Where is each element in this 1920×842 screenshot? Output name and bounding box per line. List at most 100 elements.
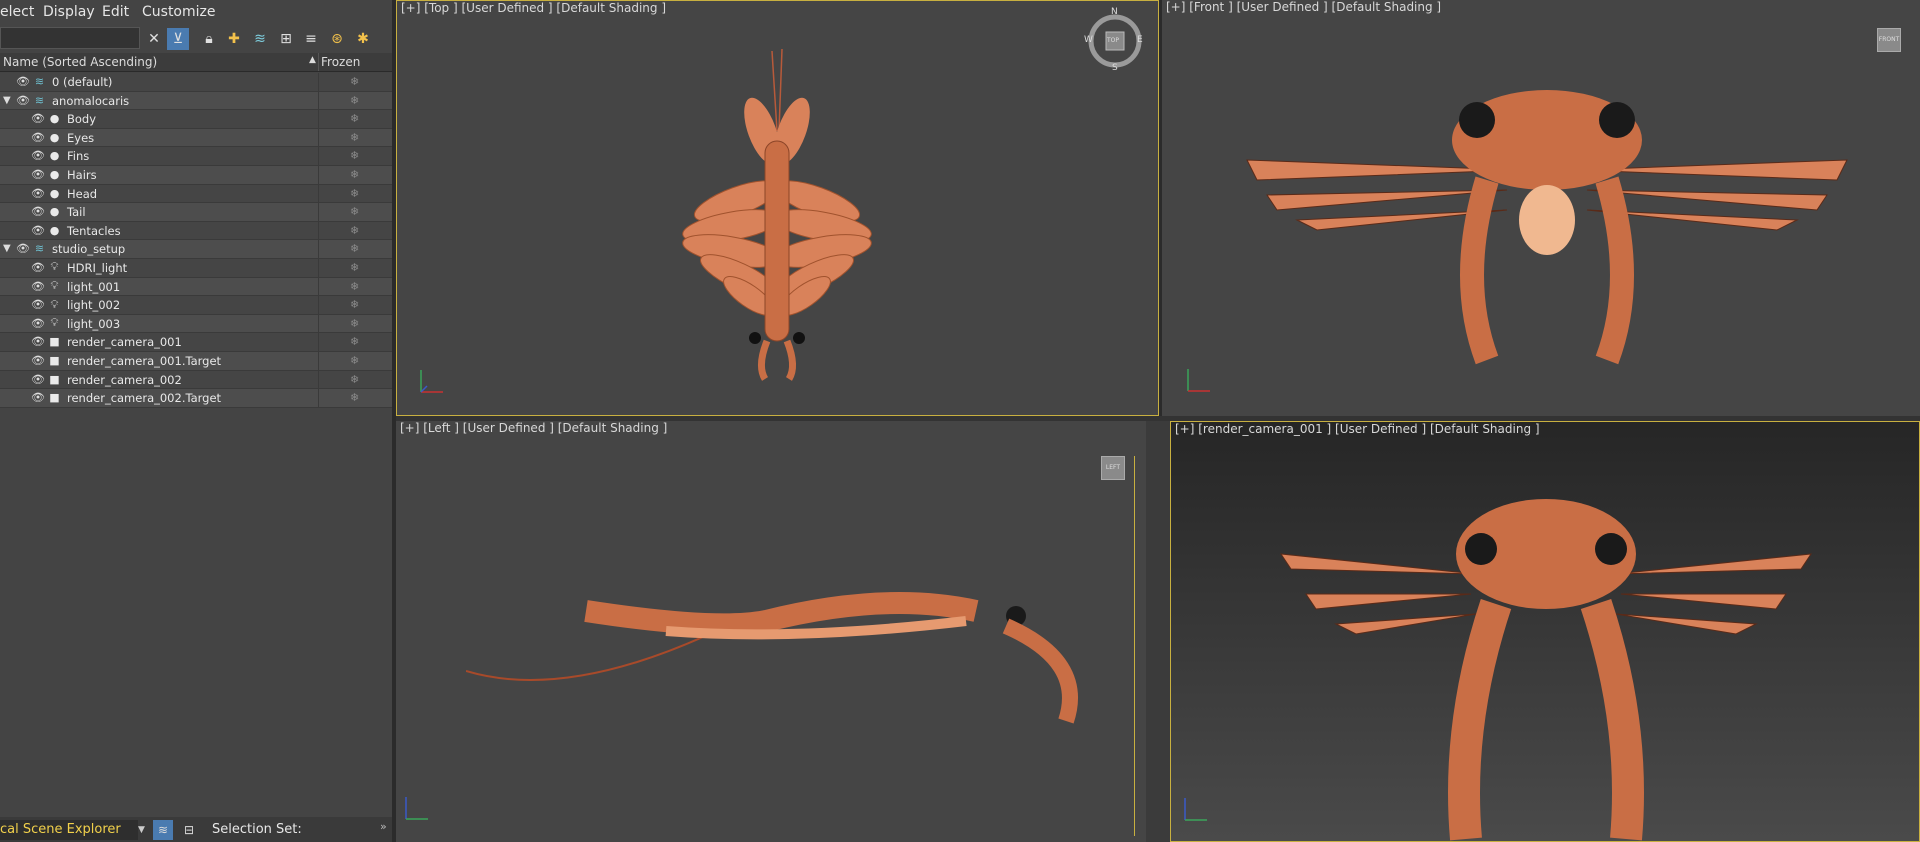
tree-row[interactable]: ▼ 👁︎ ≋ anomalocaris ❄︎ [0, 91, 392, 111]
tree-row[interactable]: 👁︎ 💡︎ light_001 ❄︎ [0, 277, 392, 297]
visibility-eye-icon[interactable]: 👁︎ [31, 187, 45, 200]
tree-row[interactable]: 👁︎ 💡︎ light_003 ❄︎ [0, 314, 392, 334]
tree-item-label[interactable]: Fins [67, 149, 89, 163]
tree-item-label[interactable]: light_001 [67, 280, 120, 294]
visibility-eye-icon[interactable]: 👁︎ [16, 242, 30, 255]
tree-item-label[interactable]: Tail [67, 205, 86, 219]
frozen-toggle-icon[interactable]: ❄︎ [350, 373, 359, 386]
frozen-toggle-icon[interactable]: ❄︎ [350, 391, 359, 404]
frozen-toggle-icon[interactable]: ❄︎ [350, 112, 359, 125]
viewport-label-front[interactable]: [+] [Front ] [User Defined ] [Default Sh… [1166, 0, 1441, 14]
visibility-eye-icon[interactable]: 👁︎ [16, 94, 30, 107]
viewport-front[interactable]: [+] [Front ] [User Defined ] [Default Sh… [1162, 0, 1920, 416]
tree-row[interactable]: 👁︎ ● Body ❄︎ [0, 110, 392, 129]
name-column-header[interactable]: Name (Sorted Ascending) [3, 55, 157, 69]
visibility-eye-icon[interactable]: 👁︎ [31, 391, 45, 404]
visibility-eye-icon[interactable]: 👁︎ [31, 224, 45, 237]
anomalocaris-side-model[interactable] [466, 551, 1106, 731]
viewport-label-camera[interactable]: [+] [render_camera_001 ] [User Defined ]… [1175, 422, 1540, 436]
viewport-camera[interactable]: [+] [render_camera_001 ] [User Defined ]… [1170, 421, 1920, 842]
isolate-icon[interactable]: ⊛ [326, 28, 348, 50]
expand-toggle-icon[interactable]: ▼ [3, 95, 11, 106]
visibility-eye-icon[interactable]: 👁︎ [31, 205, 45, 218]
tree-row[interactable]: 👁︎ ■ render_camera_001.Target ❄︎ [0, 351, 392, 371]
layers-icon[interactable]: ≋ [249, 28, 271, 50]
tree-row[interactable]: 👁︎ ■ render_camera_001 ❄︎ [0, 333, 392, 352]
menu-edit[interactable]: Edit [102, 4, 129, 20]
tree-row[interactable]: 👁︎ 💡︎ HDRI_light ❄︎ [0, 258, 392, 278]
visibility-eye-icon[interactable]: 👁︎ [31, 280, 45, 293]
filter-icon[interactable]: ⊻ [167, 28, 189, 50]
frozen-toggle-icon[interactable]: ❄︎ [350, 75, 359, 88]
tree-row[interactable]: 👁︎ ● Head ❄︎ [0, 184, 392, 204]
visibility-eye-icon[interactable]: 👁︎ [31, 149, 45, 162]
frozen-toggle-icon[interactable]: ❄︎ [350, 242, 359, 255]
visibility-eye-icon[interactable]: 👁︎ [31, 261, 45, 274]
tree-item-label[interactable]: studio_setup [52, 242, 125, 256]
visibility-eye-icon[interactable]: 👁︎ [31, 298, 45, 311]
tree-item-label[interactable]: render_camera_001.Target [67, 354, 221, 368]
frozen-toggle-icon[interactable]: ❄︎ [350, 224, 359, 237]
tree-row[interactable]: 👁︎ ● Tail ❄︎ [0, 203, 392, 222]
frozen-toggle-icon[interactable]: ❄︎ [350, 335, 359, 348]
visibility-eye-icon[interactable]: 👁︎ [31, 335, 45, 348]
frozen-toggle-icon[interactable]: ❄︎ [350, 317, 359, 330]
explorer-name-dropdown[interactable]: cal Scene Explorer [0, 820, 138, 840]
tree-item-label[interactable]: light_002 [67, 298, 120, 312]
visibility-eye-icon[interactable]: 👁︎ [31, 131, 45, 144]
viewport-divider-vertical[interactable] [1146, 421, 1170, 842]
clear-search-icon[interactable]: ✕ [143, 28, 165, 50]
search-input[interactable] [0, 27, 140, 49]
frozen-toggle-icon[interactable]: ❄︎ [350, 94, 359, 107]
tree-row[interactable]: 👁︎ ■ render_camera_002 ❄︎ [0, 370, 392, 390]
add-layer-icon[interactable]: ✚ [223, 28, 245, 50]
tree-row[interactable]: ▼ 👁︎ ≋ studio_setup ❄︎ [0, 240, 392, 259]
column-divider[interactable] [318, 53, 319, 71]
hierarchy-explorer-button[interactable]: ⊟ [179, 820, 199, 840]
visibility-eye-icon[interactable]: 👁︎ [31, 168, 45, 181]
tree-item-label[interactable]: Tentacles [67, 224, 121, 238]
visibility-eye-icon[interactable]: 👁︎ [16, 75, 30, 88]
viewport-label-top[interactable]: [+] [Top ] [User Defined ] [Default Shad… [401, 1, 666, 15]
anomalocaris-front-model[interactable] [1237, 80, 1857, 370]
expand-toggle-icon[interactable]: ▼ [3, 243, 11, 254]
visibility-eye-icon[interactable]: 👁︎ [31, 112, 45, 125]
frozen-toggle-icon[interactable]: ❄︎ [350, 187, 359, 200]
tree-row[interactable]: 👁︎ ● Eyes ❄︎ [0, 128, 392, 148]
tree-item-label[interactable]: 0 (default) [52, 75, 112, 89]
tree-row[interactable]: 👁︎ ≋ 0 (default) ❄︎ [0, 73, 392, 92]
viewcube-left-icon[interactable]: LEFT [1101, 456, 1125, 480]
frozen-toggle-icon[interactable]: ❄︎ [350, 131, 359, 144]
tree-item-label[interactable]: light_003 [67, 317, 120, 331]
frozen-toggle-icon[interactable]: ❄︎ [350, 168, 359, 181]
anomalocaris-top-model[interactable] [677, 41, 877, 386]
visibility-eye-icon[interactable]: 👁︎ [31, 373, 45, 386]
chevron-down-icon[interactable]: ▼ [138, 820, 150, 840]
tree-row[interactable]: 👁︎ ■ render_camera_002.Target ❄︎ [0, 389, 392, 408]
tree-item-label[interactable]: anomalocaris [52, 94, 129, 108]
visibility-eye-icon[interactable]: 👁︎ [31, 317, 45, 330]
frozen-toggle-icon[interactable]: ❄︎ [350, 205, 359, 218]
lock-icon[interactable]: 🔒︎ [198, 28, 220, 50]
expand-chevron-icon[interactable]: » [380, 820, 387, 833]
viewport-left[interactable]: [+] [Left ] [User Defined ] [Default Sha… [396, 421, 1146, 842]
tree-row[interactable]: 👁︎ ● Tentacles ❄︎ [0, 221, 392, 241]
tree-row[interactable]: 👁︎ ● Hairs ❄︎ [0, 165, 392, 185]
tree-row[interactable]: 👁︎ 💡︎ light_002 ❄︎ [0, 296, 392, 315]
frozen-toggle-icon[interactable]: ❄︎ [350, 298, 359, 311]
viewcube-front-icon[interactable]: FRONT [1877, 28, 1901, 52]
settings-icon[interactable]: ✱ [352, 28, 374, 50]
frozen-toggle-icon[interactable]: ❄︎ [350, 280, 359, 293]
hierarchy-icon[interactable]: ⊞ [275, 28, 297, 50]
viewport-top[interactable]: [+] [Top ] [User Defined ] [Default Shad… [396, 0, 1159, 416]
tree-item-label[interactable]: render_camera_002 [67, 373, 182, 387]
tree-row[interactable]: 👁︎ ● Fins ❄︎ [0, 147, 392, 166]
anomalocaris-camera-model[interactable] [1276, 494, 1816, 842]
tree-item-label[interactable]: HDRI_light [67, 261, 127, 275]
tree-item-label[interactable]: Head [67, 187, 97, 201]
layer-stack-icon[interactable]: ≡ [300, 28, 322, 50]
frozen-column-header[interactable]: Frozen [321, 55, 360, 69]
visibility-eye-icon[interactable]: 👁︎ [31, 354, 45, 367]
layer-explorer-button[interactable]: ≋ [153, 820, 173, 840]
frozen-toggle-icon[interactable]: ❄︎ [350, 149, 359, 162]
